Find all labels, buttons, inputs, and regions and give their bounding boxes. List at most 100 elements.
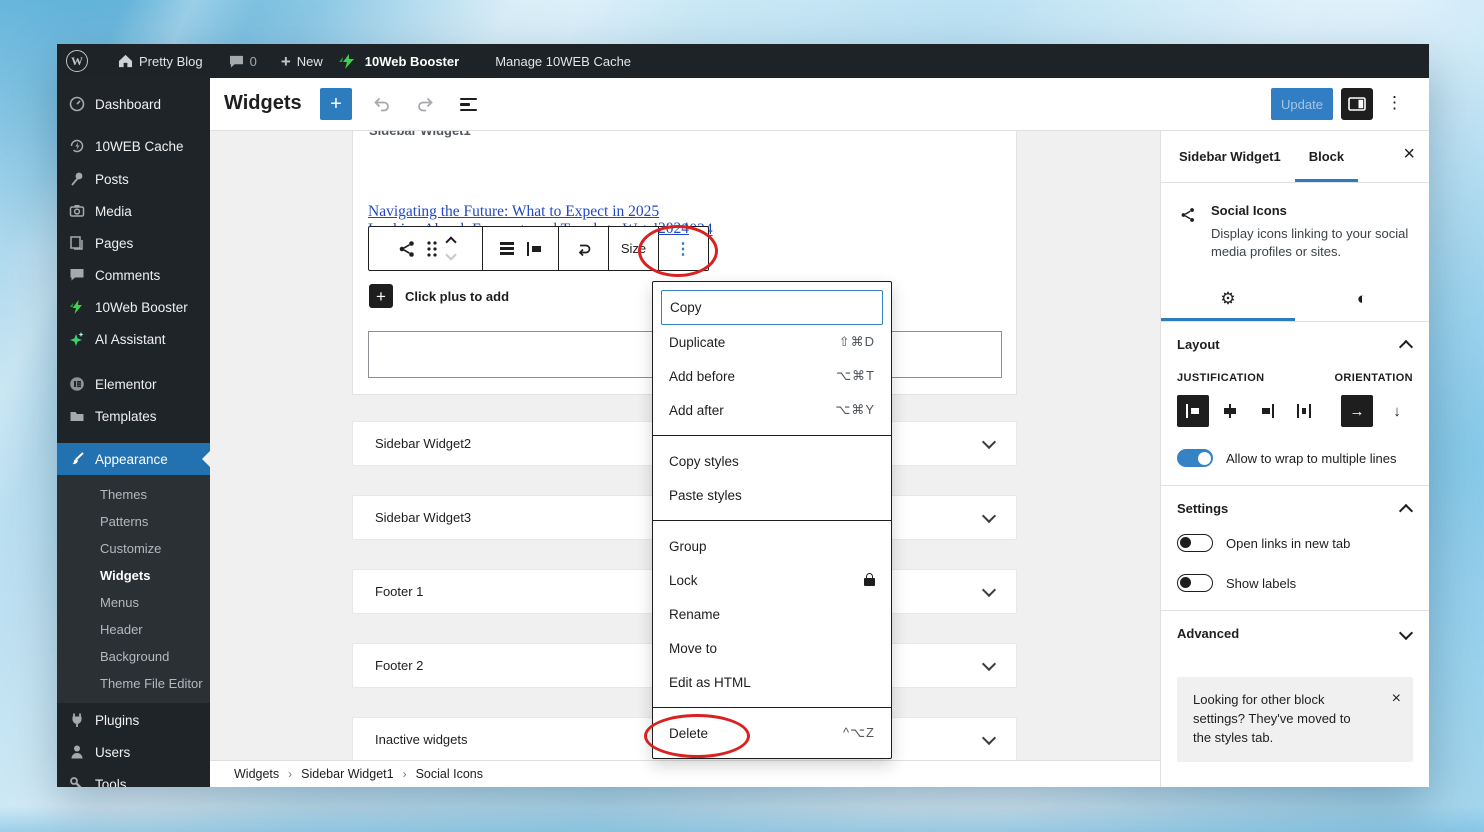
- options-menu-button[interactable]: ⋮: [1386, 93, 1403, 113]
- wrap-toggle[interactable]: [1177, 449, 1213, 467]
- close-panel-button[interactable]: ×: [1403, 143, 1415, 166]
- orientation-vertical-button[interactable]: ↓: [1381, 395, 1413, 427]
- new-content-button[interactable]: + New: [281, 53, 323, 70]
- sidebar-item-plugins[interactable]: Plugins: [57, 704, 210, 736]
- sidebar-item-pages[interactable]: Pages: [57, 227, 210, 259]
- submenu-item-widgets[interactable]: Widgets: [57, 562, 210, 589]
- sidebar-item-users[interactable]: Users: [57, 736, 210, 768]
- show-labels-toggle[interactable]: [1177, 574, 1213, 592]
- gear-icon: ⚙: [1220, 289, 1235, 309]
- chevron-down-icon[interactable]: [982, 730, 996, 744]
- justify-left-button[interactable]: [1177, 395, 1209, 427]
- menu-item-edit-as-html[interactable]: Edit as HTML: [653, 665, 891, 699]
- sidebar-item-elementor[interactable]: Elementor: [57, 368, 210, 400]
- menu-item-add-before[interactable]: Add before⌥⌘T: [653, 359, 891, 393]
- submenu-item-header[interactable]: Header: [57, 616, 210, 643]
- submenu-item-patterns[interactable]: Patterns: [57, 508, 210, 535]
- breadcrumb-social-icons[interactable]: Social Icons: [416, 767, 483, 781]
- menu-item-add-after[interactable]: Add after⌥⌘Y: [653, 393, 891, 427]
- sidebar-item-ai-assistant[interactable]: AI Assistant: [57, 323, 210, 355]
- settings-panel-toggle-button[interactable]: [1341, 88, 1373, 120]
- advanced-section-header[interactable]: Advanced: [1177, 626, 1413, 641]
- menu-item-copy[interactable]: Copy: [661, 290, 883, 325]
- chevron-down-icon[interactable]: [982, 508, 996, 522]
- transform-block-icon[interactable]: [575, 240, 593, 258]
- comments-shortcut[interactable]: 0: [229, 54, 257, 69]
- sidebar-item-comments[interactable]: Comments: [57, 259, 210, 291]
- drag-handle-icon[interactable]: [426, 240, 438, 258]
- inline-add-block-button[interactable]: +: [369, 284, 393, 308]
- justify-right-button[interactable]: [1251, 395, 1283, 427]
- wrap-toggle-label: Allow to wrap to multiple lines: [1226, 451, 1397, 466]
- sidebar-item-10web-booster[interactable]: 10Web Booster: [57, 291, 210, 323]
- block-title: Social Icons: [1211, 203, 1411, 218]
- submenu-item-menus[interactable]: Menus: [57, 589, 210, 616]
- menu-divider: [653, 435, 891, 436]
- show-labels-label: Show labels: [1226, 576, 1296, 591]
- settings-section-header[interactable]: Settings: [1177, 501, 1413, 516]
- breadcrumb: Widgets › Sidebar Widget1 › Social Icons: [210, 760, 1160, 787]
- layout-section-header[interactable]: Layout: [1177, 337, 1413, 352]
- tab-block[interactable]: Block: [1309, 130, 1344, 182]
- list-view-button[interactable]: [460, 98, 477, 114]
- menu-item-move-to[interactable]: Move to: [653, 631, 891, 665]
- booster-toolbar-item[interactable]: 10Web Booster: [339, 54, 459, 69]
- menu-item-group[interactable]: Group: [653, 529, 891, 563]
- home-icon: [118, 54, 133, 68]
- justify-center-button[interactable]: [1214, 395, 1246, 427]
- post-link-2025[interactable]: Navigating the Future: What to Expect in…: [368, 203, 659, 221]
- site-name-link[interactable]: Pretty Blog: [118, 54, 203, 69]
- redo-button[interactable]: [416, 96, 435, 117]
- menu-item-duplicate[interactable]: Duplicate⇧⌘D: [653, 325, 891, 359]
- submenu-item-background[interactable]: Background: [57, 643, 210, 670]
- menu-item-paste-styles[interactable]: Paste styles: [653, 478, 891, 512]
- chevron-down-icon[interactable]: [982, 434, 996, 448]
- chevron-down-icon[interactable]: [982, 582, 996, 596]
- styles-moved-notice: Looking for other block settings? They'v…: [1177, 677, 1413, 762]
- update-button[interactable]: Update: [1271, 88, 1333, 120]
- toolbar-group-block: [369, 227, 483, 270]
- open-links-new-tab-toggle[interactable]: [1177, 534, 1213, 552]
- menu-item-lock[interactable]: Lock: [653, 563, 891, 597]
- sidebar-panel-icon: [1348, 97, 1366, 111]
- sidebar-item-posts[interactable]: Posts: [57, 163, 210, 195]
- annotation-circle-options-button: [638, 225, 718, 277]
- submenu-item-theme-file-editor[interactable]: Theme File Editor: [57, 670, 210, 697]
- add-block-prompt: Click plus to add: [405, 289, 509, 304]
- block-movers[interactable]: [447, 238, 455, 259]
- breadcrumb-sidebar-widget1[interactable]: Sidebar Widget1: [301, 767, 393, 781]
- menu-item-copy-styles[interactable]: Copy styles: [653, 444, 891, 478]
- appearance-submenu: Themes Patterns Customize Widgets Menus …: [57, 475, 210, 703]
- sidebar-item-tools[interactable]: Tools: [57, 768, 210, 787]
- elementor-icon: [69, 376, 85, 392]
- chevron-down-icon[interactable]: [982, 656, 996, 670]
- social-icons-block-icon[interactable]: [397, 239, 417, 259]
- wordpress-logo-icon[interactable]: W: [66, 50, 88, 72]
- tab-styles[interactable]: ◐: [1295, 277, 1429, 321]
- tab-sidebar-widget1[interactable]: Sidebar Widget1: [1179, 149, 1281, 164]
- move-down-icon[interactable]: [445, 249, 456, 260]
- submenu-item-themes[interactable]: Themes: [57, 481, 210, 508]
- sidebar-item-templates[interactable]: Templates: [57, 400, 210, 432]
- orientation-horizontal-button[interactable]: →: [1341, 395, 1373, 427]
- sidebar-item-10web-cache[interactable]: 10WEB Cache: [57, 130, 210, 162]
- move-up-icon[interactable]: [445, 236, 456, 247]
- undo-button[interactable]: [372, 96, 391, 117]
- align-icon[interactable]: [526, 241, 542, 257]
- folder-icon: [69, 408, 85, 424]
- menu-item-rename[interactable]: Rename: [653, 597, 891, 631]
- justify-items-icon[interactable]: [500, 240, 514, 257]
- block-summary-card: Social Icons Display icons linking to yo…: [1161, 183, 1429, 277]
- tab-settings[interactable]: ⚙: [1161, 277, 1295, 321]
- breadcrumb-widgets[interactable]: Widgets: [234, 767, 279, 781]
- settings-section: Settings Open links in new tab Show labe…: [1161, 485, 1429, 610]
- dismiss-notice-button[interactable]: ×: [1392, 687, 1401, 710]
- submenu-item-customize[interactable]: Customize: [57, 535, 210, 562]
- add-block-button[interactable]: +: [320, 88, 352, 120]
- manage-cache-link[interactable]: Manage 10WEB Cache: [495, 54, 631, 69]
- sidebar-item-media[interactable]: Media: [57, 195, 210, 227]
- block-options-menu: Copy Duplicate⇧⌘D Add before⌥⌘T Add afte…: [652, 281, 892, 759]
- justify-space-between-button[interactable]: [1288, 395, 1320, 427]
- sidebar-item-dashboard[interactable]: Dashboard: [57, 88, 210, 120]
- sidebar-item-appearance[interactable]: Appearance: [57, 443, 210, 475]
